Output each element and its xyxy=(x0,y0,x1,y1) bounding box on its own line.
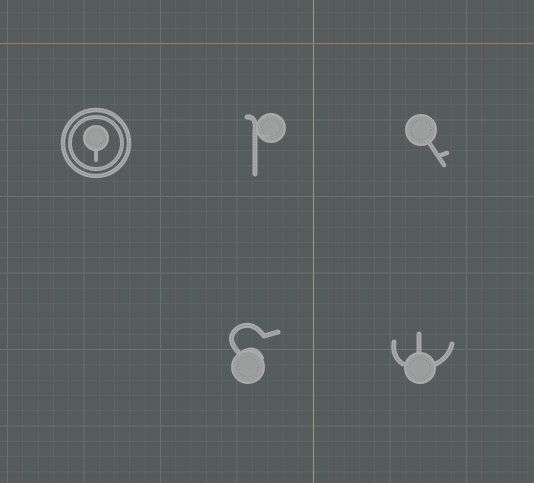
p-bowl xyxy=(256,113,286,143)
3d-viewport[interactable] xyxy=(0,0,534,483)
trident-right-prong xyxy=(433,341,455,367)
trident-glyph[interactable] xyxy=(391,331,455,384)
grid-minor-lines xyxy=(0,0,534,483)
viewport-canvas[interactable] xyxy=(0,0,534,483)
key-glyph[interactable] xyxy=(405,114,450,168)
p-glyph[interactable] xyxy=(244,113,286,177)
key-shaft xyxy=(425,138,450,168)
p-stem xyxy=(244,114,258,177)
loop-bulb xyxy=(231,350,265,384)
